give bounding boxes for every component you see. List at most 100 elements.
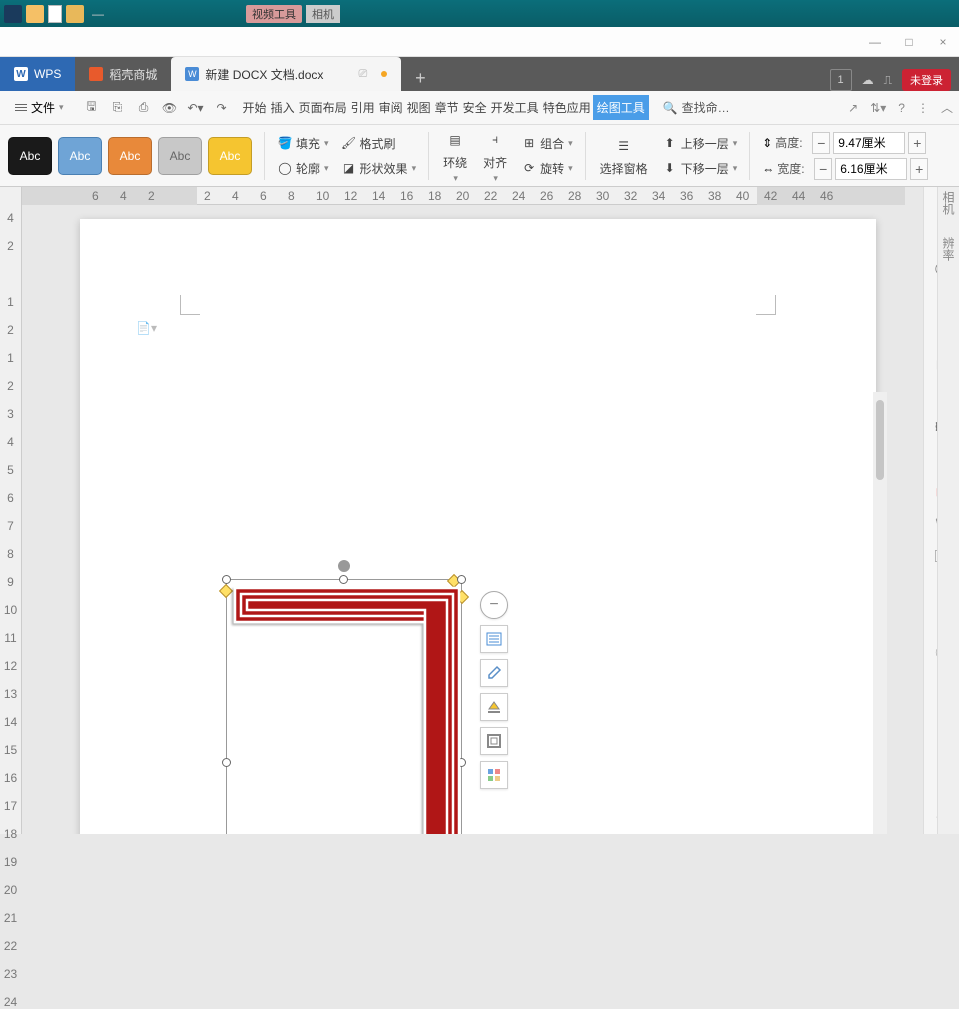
swatch-blue[interactable]: Abc xyxy=(58,137,102,175)
height-inc[interactable]: + xyxy=(908,132,926,154)
camera-tab[interactable]: 相机 xyxy=(306,5,340,23)
export-icon[interactable]: ↗ xyxy=(848,101,858,115)
edge-label[interactable]: 辨率 xyxy=(940,237,957,261)
fill-button[interactable]: 🪣填充▾ xyxy=(273,133,333,154)
menu-view[interactable]: 视图 xyxy=(405,95,433,120)
selection-pane-button[interactable]: ☰选择窗格 xyxy=(594,130,654,181)
outline-option[interactable] xyxy=(480,727,508,755)
rotate-button[interactable]: ⟳旋转▾ xyxy=(517,158,577,179)
menu-security[interactable]: 安全 xyxy=(461,95,489,120)
swatch-orange[interactable]: Abc xyxy=(108,137,152,175)
edge-label[interactable]: 相机 xyxy=(940,191,957,215)
menubar: 文件 ▾ 🖫 ⎘ ⎙ 👁 ↶▾ ↷ 开始 插入 页面布局 引用 审阅 视图 章节… xyxy=(0,91,959,125)
ribbon-shape[interactable] xyxy=(227,580,463,834)
bring-forward-button[interactable]: ⬆上移一层▾ xyxy=(658,133,742,154)
wrap-button[interactable]: ▤环绕▾ xyxy=(437,124,473,188)
os-taskbar: — 视频工具 相机 xyxy=(0,0,959,27)
cloud-icon[interactable]: ☁ xyxy=(862,73,874,87)
height-dec[interactable]: − xyxy=(812,132,830,154)
tab-label: WPS xyxy=(34,67,61,81)
docx-icon: W xyxy=(185,67,199,81)
menu-chapter[interactable]: 章节 xyxy=(433,95,461,120)
align-button[interactable]: ⫞对齐▾ xyxy=(477,124,513,188)
menu-review[interactable]: 审阅 xyxy=(377,95,405,120)
menu-special[interactable]: 特色应用 xyxy=(541,95,593,120)
sync-icon[interactable]: ⇅▾ xyxy=(870,101,886,115)
send-backward-button[interactable]: ⬇下移一层▾ xyxy=(658,158,742,179)
swatch-black[interactable]: Abc xyxy=(8,137,52,175)
ribbon-toolbar: Abc Abc Abc Abc Abc 🪣填充▾ ◯轮廓▾ 🖌格式刷 ◪形状效果… xyxy=(0,125,959,187)
video-tool-tab[interactable]: 视频工具 xyxy=(246,5,302,23)
print-icon[interactable]: ⎙ xyxy=(135,99,153,117)
undo-button[interactable]: ↶▾ xyxy=(187,99,205,117)
save-icon[interactable]: 🖫 xyxy=(83,99,101,117)
clipboard-icon[interactable]: ⎘ xyxy=(109,99,127,117)
login-button[interactable]: 未登录 xyxy=(902,69,951,91)
add-tab-button[interactable]: + xyxy=(407,65,433,91)
menu-insert[interactable]: 插入 xyxy=(269,95,297,120)
command-search[interactable]: 🔍 查找命… xyxy=(657,97,736,118)
menu-start[interactable]: 开始 xyxy=(241,95,269,120)
quick-access: 🖫 ⎘ ⎙ 👁 ↶▾ ↷ xyxy=(83,99,231,117)
layout-option[interactable] xyxy=(480,625,508,653)
preview-icon[interactable]: 👁 xyxy=(161,99,179,117)
document-page[interactable]: 📄▾ xyxy=(80,219,876,834)
vertical-scrollbar[interactable] xyxy=(873,392,887,834)
height-label: 高度: xyxy=(775,134,809,151)
group-button[interactable]: ⊞组合▾ xyxy=(517,133,577,154)
width-inc[interactable]: + xyxy=(910,158,928,180)
folder2-icon[interactable] xyxy=(66,5,84,23)
down-layer-icon: ⬇ xyxy=(662,160,678,176)
task-icon[interactable] xyxy=(4,5,22,23)
more-option[interactable] xyxy=(480,761,508,789)
horizontal-ruler[interactable]: 6422468101214161820222426283032343638404… xyxy=(22,187,905,205)
menu-devtools[interactable]: 开发工具 xyxy=(489,95,541,120)
redo-button[interactable]: ↷ xyxy=(213,99,231,117)
minimize-button[interactable]: — xyxy=(865,32,885,52)
doc-icon[interactable] xyxy=(48,5,62,23)
dimensions: ⇕ 高度: − + ⇔ 宽度: − + xyxy=(762,132,928,180)
fill-option[interactable] xyxy=(480,693,508,721)
counter-badge[interactable]: 1 xyxy=(830,69,852,91)
tab-document[interactable]: W 新建 DOCX 文档.docx ⎚ xyxy=(171,57,401,91)
scroll-thumb[interactable] xyxy=(876,400,884,480)
folder-icon[interactable] xyxy=(26,5,44,23)
menu-drawing[interactable]: 绘图工具 xyxy=(593,95,649,120)
tab-wps[interactable]: W WPS xyxy=(0,57,75,91)
pane-icon: ☰ xyxy=(612,134,636,158)
file-menu[interactable]: 文件 ▾ xyxy=(6,94,73,121)
more-icon[interactable]: ⋮ xyxy=(917,101,929,115)
unsaved-dot xyxy=(381,71,387,77)
swatch-gray[interactable]: Abc xyxy=(158,137,202,175)
help-icon[interactable]: ? xyxy=(898,101,905,115)
brush-icon: 🖌 xyxy=(341,135,357,151)
tab-label: 稻壳商城 xyxy=(109,66,157,83)
wrap-icon: ▤ xyxy=(443,128,467,152)
outline-button[interactable]: ◯轮廓▾ xyxy=(273,158,333,179)
edit-option[interactable] xyxy=(480,659,508,687)
width-dec[interactable]: − xyxy=(814,158,832,180)
close-button[interactable]: × xyxy=(933,32,953,52)
maximize-button[interactable]: □ xyxy=(899,32,919,52)
rotate-handle[interactable] xyxy=(336,558,352,574)
tab-mall[interactable]: 稻壳商城 xyxy=(75,57,171,91)
shirt-icon[interactable]: ⎍ xyxy=(884,73,892,88)
vertical-ruler[interactable]: 4212123456789101112131415161718192021222… xyxy=(0,187,22,834)
para-mark-icon[interactable]: 📄▾ xyxy=(136,321,157,335)
chevron-down-icon: ▾ xyxy=(59,102,64,113)
format-painter-button[interactable]: 🖌格式刷 xyxy=(337,133,421,154)
shape-selection[interactable] xyxy=(226,579,462,834)
collapse-ribbon[interactable]: ︿ xyxy=(941,99,953,116)
menu-layout[interactable]: 页面布局 xyxy=(297,95,349,120)
sep: — xyxy=(92,7,104,21)
device-icon[interactable]: ⎚ xyxy=(359,68,368,81)
height-input[interactable] xyxy=(833,132,905,154)
swatch-yellow[interactable]: Abc xyxy=(208,137,252,175)
mall-icon xyxy=(89,67,103,81)
shape-fx-button[interactable]: ◪形状效果▾ xyxy=(337,158,421,179)
collapse-button[interactable]: − xyxy=(480,591,508,619)
workarea: 4212123456789101112131415161718192021222… xyxy=(0,187,959,834)
menu-ref[interactable]: 引用 xyxy=(349,95,377,120)
file-label: 文件 xyxy=(31,99,55,116)
width-input[interactable] xyxy=(835,158,907,180)
